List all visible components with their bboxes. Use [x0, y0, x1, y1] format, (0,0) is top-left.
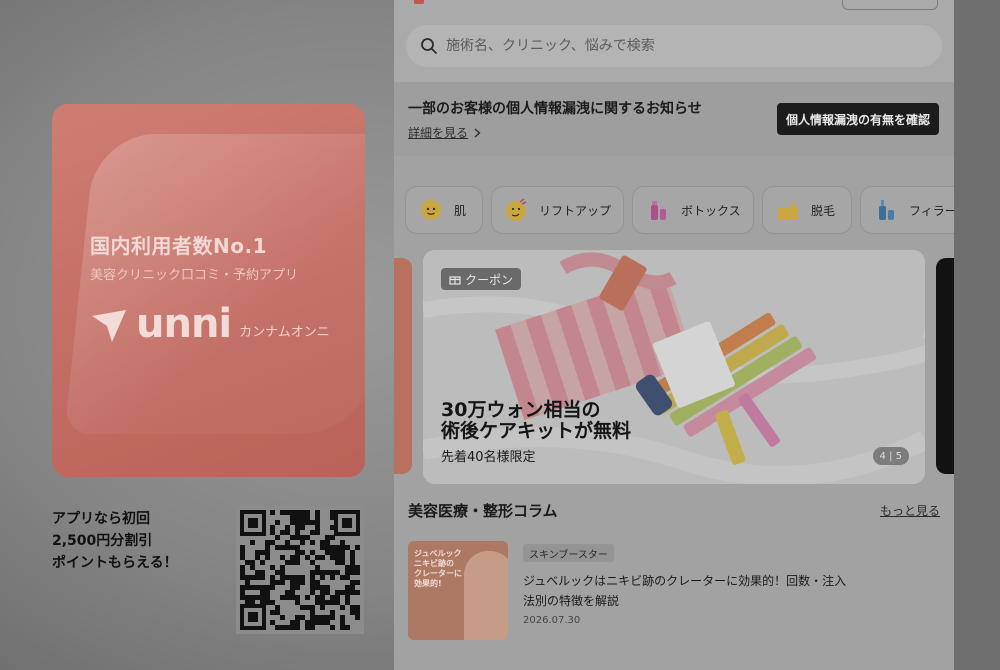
banner-subtitle: 先着40名様限定: [441, 450, 536, 465]
section-title: 美容医療・整形コラム: [408, 502, 558, 520]
carousel-slide-banner[interactable]: クーポン 30万ウォン相当の 術後ケアキットが無料 先着40名様限定 4 | 5: [423, 250, 925, 484]
brand-kana: カンナムオンニ: [239, 325, 330, 340]
unni-logo-icon: [92, 310, 126, 342]
carousel-pager: 4 | 5: [872, 447, 909, 465]
chevron-right-icon: [474, 127, 481, 138]
carousel-next-slide[interactable]: [936, 258, 954, 474]
thumbnail-person-image: [464, 551, 508, 640]
banner-title-line: 30万ウォン相当の: [441, 399, 601, 421]
gift-icon: [449, 276, 461, 285]
app-download-qr-code[interactable]: [236, 506, 364, 634]
offer-line: 2,500円分割引: [52, 533, 153, 549]
category-chip-skin[interactable]: 肌: [405, 186, 483, 234]
header: [394, 0, 954, 82]
promo-headline: 国内利用者数No.1: [90, 234, 267, 258]
article-date: 2026.07.30: [523, 615, 581, 626]
banner-title: 30万ウォン相当の 術後ケアキットが無料: [441, 400, 631, 442]
category-chips: 肌 リフトアップ ボトックス 脱毛 フィラー: [405, 186, 954, 234]
search-bar[interactable]: [406, 25, 942, 67]
coupon-badge: クーポン: [441, 268, 522, 290]
search-input[interactable]: [446, 38, 886, 54]
category-label: ボトックス: [681, 203, 741, 218]
category-label: 肌: [454, 203, 467, 218]
carousel-prev-slide[interactable]: [394, 258, 412, 474]
sparkle-icon: [775, 197, 801, 223]
header-login-button[interactable]: [842, 0, 938, 10]
coupon-badge-label: クーポン: [465, 272, 514, 287]
category-chip-botox[interactable]: ボトックス: [632, 186, 754, 234]
vial-icon: [645, 197, 671, 223]
category-chip-lift-up[interactable]: リフトアップ: [491, 186, 624, 234]
article-card[interactable]: ジュベルック ニキビ跡の クレーターに 効果的! スキンブースター ジュベルック…: [408, 541, 940, 641]
section-divider: [394, 156, 954, 182]
notice-details-link[interactable]: 詳細を見る: [408, 124, 481, 141]
category-label: リフトアップ: [538, 203, 611, 218]
article-thumbnail: ジュベルック ニキビ跡の クレーターに 効果的!: [408, 541, 508, 640]
app-offer-text: アプリなら初回 2,500円分割引 ポイントもらえる！: [52, 508, 222, 574]
app-promo-card: 国内利用者数No.1 美容クリニック口コミ・予約アプリ unni カンナムオンニ: [52, 104, 365, 477]
syringe-icon: [873, 197, 899, 223]
header-logo-icon[interactable]: [414, 0, 424, 4]
check-data-leak-button[interactable]: 個人情報漏洩の有無を確認: [777, 103, 939, 135]
see-more-link[interactable]: もっと見る: [880, 502, 940, 519]
category-chip-hair-removal[interactable]: 脱毛: [762, 186, 852, 234]
face-icon: [418, 197, 444, 223]
category-label: 脱毛: [811, 203, 836, 218]
offer-line: ポイントもらえる！: [52, 555, 178, 571]
app-main-column: 一部のお客様の個人情報漏洩に関するお知らせ 詳細を見る 個人情報漏洩の有無を確認…: [394, 0, 954, 670]
promo-subtitle: 美容クリニック口コミ・予約アプリ: [90, 268, 299, 283]
promo-card-decoration: [64, 134, 365, 434]
brand-name: unni: [136, 301, 232, 347]
notice-details-label: 詳細を見る: [408, 126, 469, 140]
promo-carousel[interactable]: クーポン 30万ウォン相当の 術後ケアキットが無料 先着40名様限定 4 | 5: [394, 248, 954, 484]
brand-logo-row: unni カンナムオンニ: [90, 304, 330, 344]
category-chip-filler[interactable]: フィラー: [860, 186, 954, 234]
column-section-header: 美容医療・整形コラム もっと見る: [408, 500, 940, 521]
lift-face-icon: [504, 197, 529, 223]
article-tag: スキンブースター: [523, 544, 614, 562]
article-title: ジュベルックはニキビ跡のクレーターに効果的！回数・注入法別の特徴を解説: [523, 574, 847, 608]
offer-line: アプリなら初回: [52, 511, 150, 527]
banner-title-line: 術後ケアキットが無料: [441, 420, 632, 442]
thumbnail-caption: ジュベルック ニキビ跡の クレーターに 効果的!: [414, 549, 462, 588]
category-label: フィラー: [909, 203, 954, 218]
privacy-notice-banner: 一部のお客様の個人情報漏洩に関するお知らせ 詳細を見る 個人情報漏洩の有無を確認: [394, 82, 954, 156]
search-icon: [421, 38, 437, 54]
